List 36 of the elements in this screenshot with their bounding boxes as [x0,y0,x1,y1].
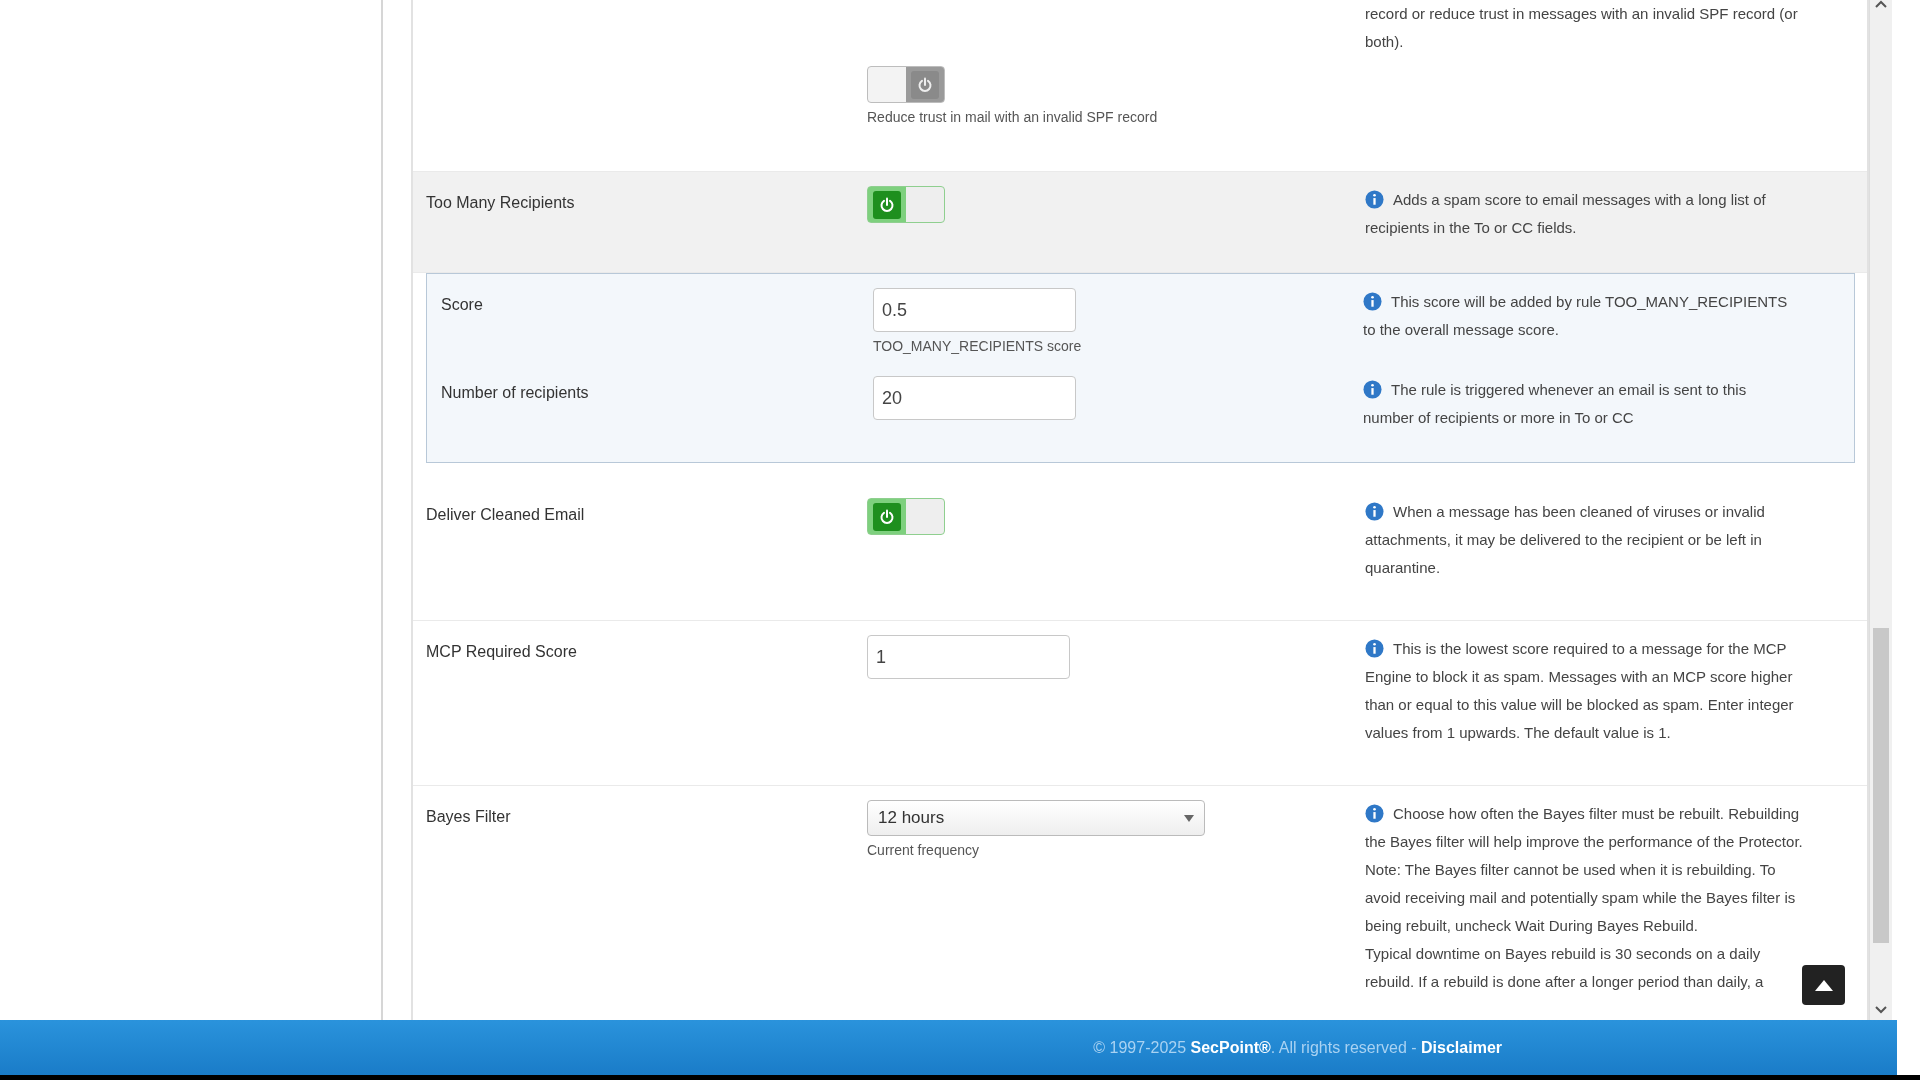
description-text: When a message has been cleaned of viruses or invalid attachments, it may be delivered to the recipient or be left in quarantine. [1365,501,1766,578]
setting-label: MCP Required Score [426,643,577,660]
description-text: Choose how often the Bayes filter must be rebuilt. Rebuilding the Bayes filter will help improve the performance of the Protector. Note: The Bayes filter cannot be used when it is rebuilding. To avoid receiving mail and potentially spam while the Bayes filter is being rebuilt, uncheck Wait During Bayes Rebuild. [1365,803,1804,936]
input-field[interactable]: 20 [873,376,1076,420]
info-icon [1363,292,1382,311]
setting-label: Deliver Cleaned Email [426,506,585,523]
description-text: Typical downtime on Bayes rebuild is 30 seconds on a daily rebuild. If a rebuild is done after a longer period than daily, a [1365,944,1765,992]
description-text: Adds a spam score to email messages with a long list of recipients in the To or CC fields. [1365,189,1767,238]
up-triangle-icon [1814,979,1833,991]
power-icon [917,76,933,93]
disclaimer-link[interactable]: Disclaimer [1421,1038,1502,1056]
power-icon [879,508,895,525]
description-text: record or reduce trust in messages with an invalid SPF record (or both). [1365,4,1799,52]
input-field[interactable]: 0.5 [873,288,1076,332]
power-icon [879,196,895,213]
scrollbar-thumb[interactable] [1873,628,1889,943]
input-field[interactable]: 1 [867,635,1070,679]
description-text: This score will be added by rule TOO_MANY_RECIPIENTS to the overall message score. [1363,291,1789,340]
setting-label: Number of recipients [441,384,589,401]
scrollbar[interactable] [1869,0,1892,1020]
power-toggle[interactable] [867,498,945,535]
field-hint: Reduce trust in mail with an invalid SPF record [867,109,1158,125]
setting-label: Too Many Recipients [426,194,575,211]
scroll-to-top-button[interactable] [1802,965,1845,1005]
copyright-text: © 1997-2025 SecPoint®. All rights reserved - Disclaimer [1093,1038,1502,1057]
field-hint: TOO_MANY_RECIPIENTS score [873,338,1082,354]
description-text: This is the lowest score required to a message for the MCP Engine to block it as spam. Messages with an MCP score higher than or equal to this value will be blocked as spam. Enter integer values from 1 upwards. The default value is 1. [1365,638,1795,743]
info-icon [1363,380,1382,399]
setting-label: Score [441,296,483,313]
dropdown-select[interactable]: 12 hours [867,800,1205,836]
power-toggle[interactable] [867,66,945,103]
setting-label: Bayes Filter [426,808,511,825]
description-text: The rule is triggered whenever an email is sent to this number of recipients or more in To or CC [1363,379,1748,428]
field-hint: Current frequency [867,842,980,858]
caret-icon [1184,814,1194,822]
power-toggle[interactable] [867,186,945,223]
